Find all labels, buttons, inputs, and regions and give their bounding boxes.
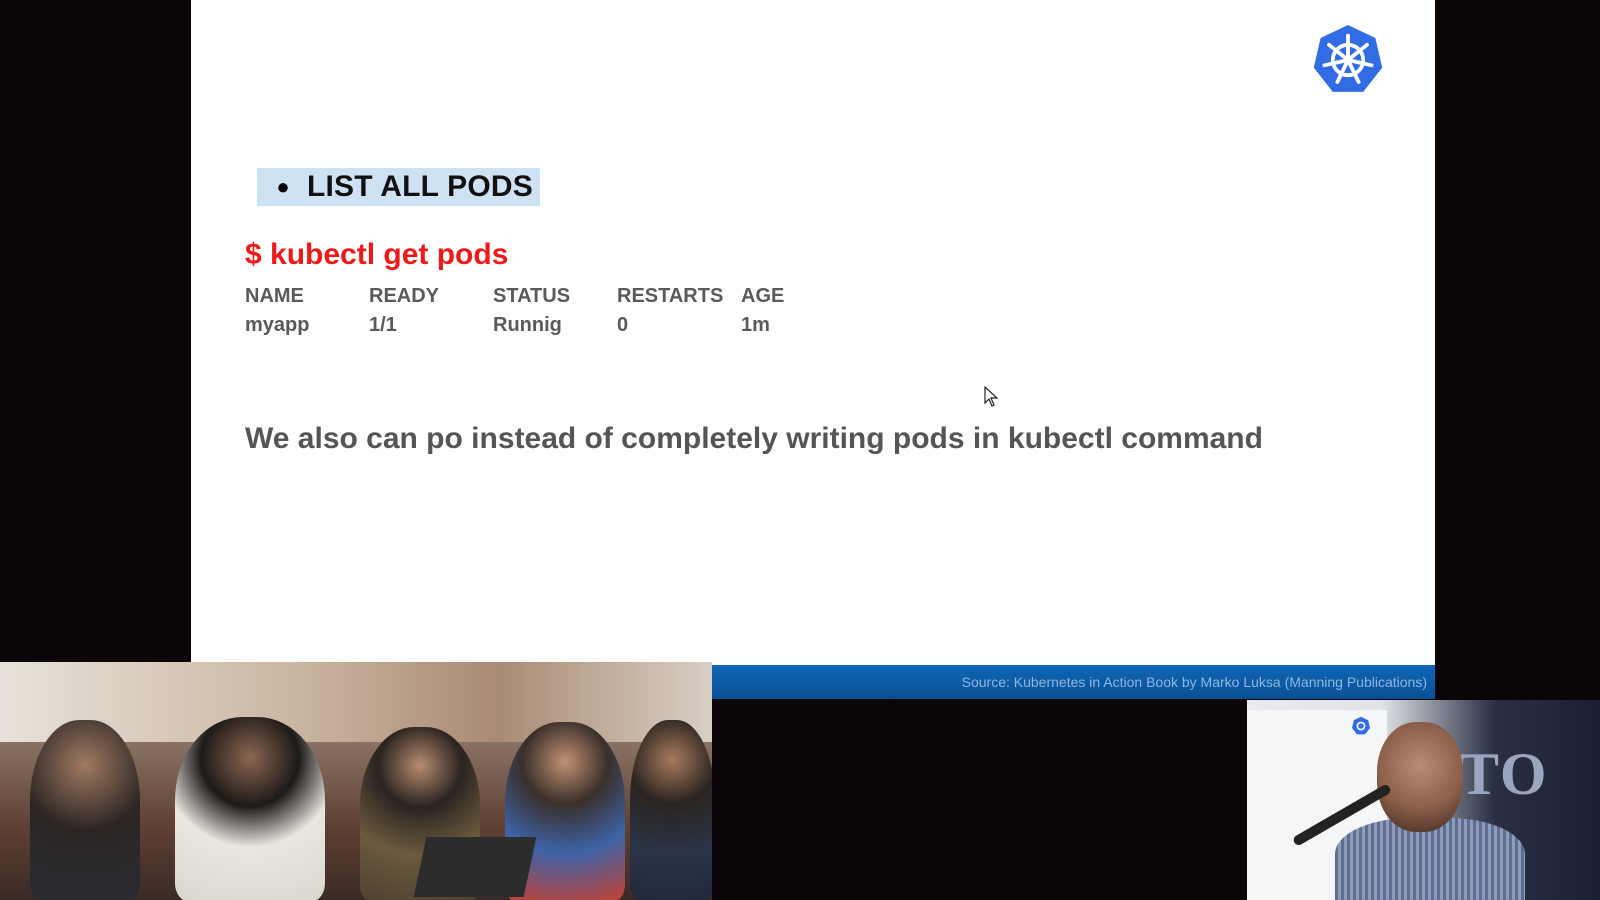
- presentation-slide: ● LIST ALL PODS $ kubectl get pods NAME …: [191, 0, 1435, 698]
- kubernetes-logo-icon: [1313, 25, 1383, 92]
- audience-member: [175, 717, 325, 900]
- column-header: READY: [369, 285, 440, 307]
- audience-member: [630, 720, 712, 900]
- column-header: NAME: [245, 285, 304, 307]
- table-cell: 1/1: [369, 314, 397, 336]
- mouse-cursor-icon: [984, 386, 999, 407]
- heading-text: LIST ALL PODS: [307, 170, 533, 203]
- source-citation: Source: Kubernetes in Action Book by Mar…: [961, 674, 1427, 690]
- table-header-row: NAME READY STATUS RESTARTS AGE: [245, 282, 865, 311]
- table-row: myapp 1/1 Runnig 0 1m: [245, 311, 865, 340]
- table-cell: 0: [617, 314, 629, 336]
- slide-heading: ● LIST ALL PODS: [257, 168, 540, 206]
- slide-note: We also can po instead of completely wri…: [245, 422, 1263, 455]
- column-header: STATUS: [493, 285, 571, 307]
- kubernetes-logo-icon: [1352, 716, 1370, 735]
- presenter-video-feed: TO: [1247, 700, 1600, 900]
- bullet-icon: ●: [276, 174, 290, 199]
- table-cell: myapp: [245, 314, 310, 336]
- audience-video-feed: [0, 662, 712, 900]
- column-header: RESTARTS: [617, 285, 724, 307]
- laptop: [413, 837, 537, 897]
- table-cell: Runnig: [493, 314, 562, 336]
- pods-table: NAME READY STATUS RESTARTS AGE myapp 1/1…: [245, 282, 865, 340]
- table-cell: 1m: [741, 314, 770, 336]
- audience-member: [30, 720, 140, 900]
- kubectl-command: $ kubectl get pods: [245, 238, 509, 271]
- column-header: AGE: [741, 285, 785, 307]
- banner-text: TO: [1459, 741, 1549, 807]
- speaker-head: [1377, 722, 1463, 832]
